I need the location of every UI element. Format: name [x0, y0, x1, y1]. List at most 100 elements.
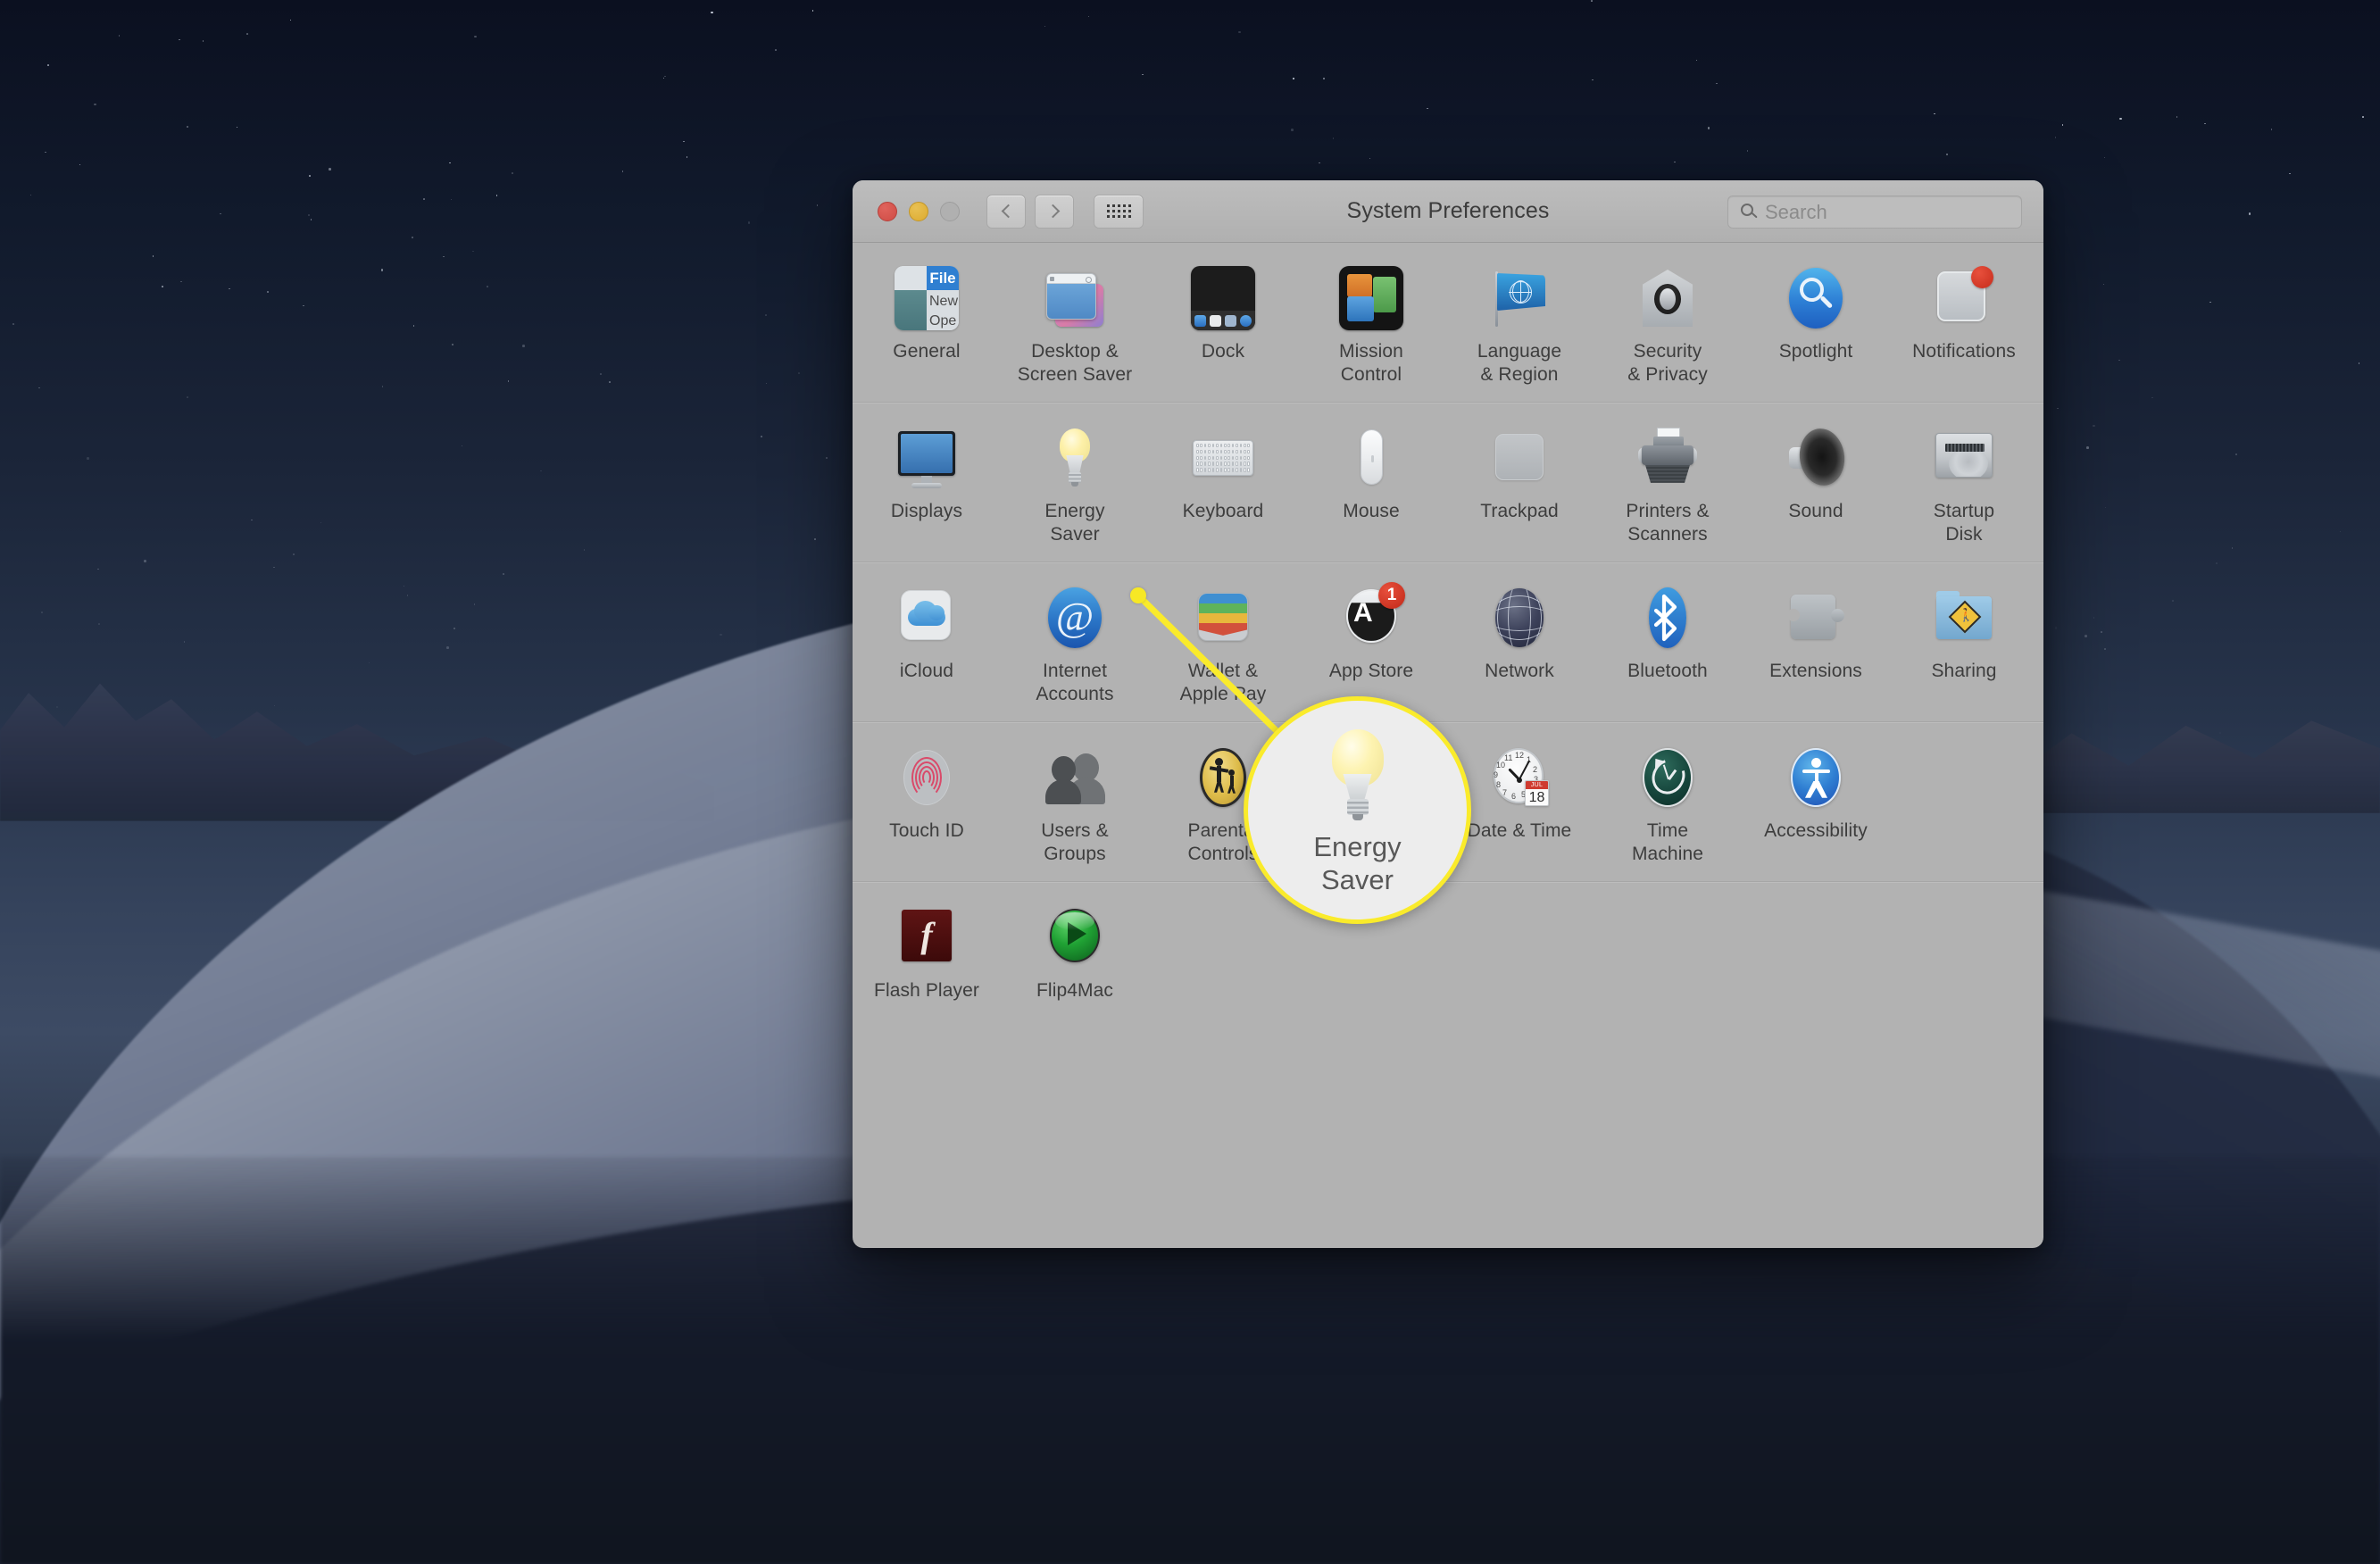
- pref-pane-extensions[interactable]: Extensions: [1742, 582, 1890, 683]
- pref-pane-label-line1: Flip4Mac: [1036, 979, 1113, 1001]
- pref-pane-flip4mac[interactable]: Flip4Mac: [1001, 902, 1149, 1002]
- traffic-light-group: [878, 201, 960, 221]
- pref-pane-sound[interactable]: Sound: [1742, 422, 1890, 523]
- zoom-button[interactable]: [940, 201, 960, 221]
- pref-pane-general[interactable]: File New Ope General: [853, 262, 1001, 363]
- energy-saver-icon: [1043, 426, 1107, 490]
- printers-scanners-icon: [1635, 426, 1700, 490]
- pref-pane-dock[interactable]: Dock: [1149, 262, 1297, 363]
- preference-panes-grid: File New Ope General Desktop & Screen Saver Do…: [853, 243, 2043, 1017]
- pref-pane-label-line2: Accounts: [1036, 684, 1114, 705]
- pref-pane-label-line1: Desktop &: [1031, 341, 1119, 362]
- pref-pane-trackpad[interactable]: Trackpad: [1445, 422, 1594, 523]
- accessibility-icon: [1784, 745, 1848, 810]
- callout-label: Energy Saver: [1313, 831, 1401, 896]
- pref-pane-security-privacy[interactable]: Security & Privacy: [1594, 262, 1742, 387]
- forward-button[interactable]: [1035, 194, 1074, 229]
- chevron-right-icon: [1045, 204, 1060, 219]
- dock-icon: [1191, 266, 1255, 330]
- pref-pane-startup-disk[interactable]: Startup Disk: [1890, 422, 2038, 547]
- pref-pane-mouse[interactable]: Mouse: [1297, 422, 1445, 523]
- date-time-icon: 121234567891011JUL18: [1487, 745, 1552, 810]
- pref-pane-language-region[interactable]: Language & Region: [1445, 262, 1594, 387]
- preference-row: iCloud @ Internet Accounts Wallet & Apple Pay…: [853, 562, 2043, 722]
- pref-pane-label-line1: Notifications: [1912, 341, 2016, 362]
- pref-pane-label: Extensions: [1769, 660, 1862, 683]
- preference-row: File New Ope General Desktop & Screen Saver Do…: [853, 243, 2043, 403]
- pref-pane-printers-scanners[interactable]: Printers & Scanners: [1594, 422, 1742, 547]
- pref-pane-label-line1: Wallet &: [1187, 660, 1259, 681]
- pref-pane-label: Accessibility: [1764, 819, 1868, 843]
- pref-pane-label: Notifications: [1912, 340, 2016, 363]
- pref-pane-label: Touch ID: [889, 819, 964, 843]
- flash-player-icon: f: [895, 905, 959, 969]
- flip4mac-icon: [1043, 905, 1107, 969]
- language-region-icon: [1487, 266, 1552, 330]
- pref-pane-displays[interactable]: Displays: [853, 422, 1001, 523]
- pref-pane-label: Wallet & Apple Pay: [1180, 660, 1267, 707]
- window-titlebar: System Preferences: [853, 180, 2043, 243]
- pref-pane-app-store[interactable]: A 1 App Store: [1297, 581, 1445, 683]
- pref-pane-label-line1: Internet: [1042, 660, 1107, 681]
- pref-pane-label-line1: Touch ID: [889, 819, 964, 841]
- pref-pane-label: Security & Privacy: [1627, 340, 1708, 387]
- minimize-button[interactable]: [909, 201, 928, 221]
- pref-pane-label-line1: Flash Player: [874, 979, 979, 1001]
- chevron-left-icon: [1001, 204, 1015, 219]
- pref-pane-label-line2: & Region: [1480, 364, 1559, 386]
- pref-pane-label-line1: Date & Time: [1467, 819, 1572, 841]
- pref-pane-time-machine[interactable]: Time Machine: [1594, 742, 1742, 867]
- pref-pane-label: Flash Player: [874, 979, 979, 1002]
- pref-pane-internet-accounts[interactable]: @ Internet Accounts: [1001, 582, 1149, 707]
- pref-pane-energy-saver[interactable]: Energy Saver: [1001, 422, 1149, 547]
- pref-pane-network[interactable]: Network: [1445, 582, 1594, 683]
- search-input[interactable]: [1765, 200, 2012, 224]
- pref-pane-label-line2: Apple Pay: [1179, 684, 1267, 705]
- pref-pane-flash-player[interactable]: f Flash Player: [853, 902, 1001, 1002]
- pref-pane-label: Startup Disk: [1934, 500, 1994, 547]
- internet-accounts-icon: @: [1043, 586, 1107, 650]
- notifications-icon: [1932, 266, 1996, 330]
- pref-pane-label-line1: Sound: [1788, 500, 1843, 521]
- pref-pane-label-line1: Trackpad: [1480, 500, 1559, 521]
- pref-pane-spotlight[interactable]: Spotlight: [1742, 262, 1890, 363]
- pref-pane-icloud[interactable]: iCloud: [853, 582, 1001, 683]
- pref-pane-label-line1: App Store: [1328, 660, 1414, 681]
- pref-pane-label: Keyboard: [1183, 500, 1264, 523]
- pref-pane-keyboard[interactable]: Keyboard: [1149, 422, 1297, 523]
- pref-pane-touch-id[interactable]: Touch ID: [853, 742, 1001, 843]
- sound-icon: [1784, 425, 1849, 490]
- pref-pane-label: Mouse: [1343, 500, 1400, 523]
- energy-saver-icon-magnified: [1309, 726, 1407, 824]
- callout-magnifier-bubble: Energy Saver: [1244, 696, 1471, 924]
- touch-id-icon: [895, 745, 959, 810]
- pref-pane-label: Printers & Scanners: [1626, 500, 1709, 547]
- pref-pane-label-line2: Saver: [1050, 524, 1100, 545]
- pref-pane-sharing[interactable]: Sharing: [1890, 582, 2038, 683]
- pref-pane-label-line2: Disk: [1945, 524, 1983, 545]
- pref-pane-bluetooth[interactable]: Bluetooth: [1594, 582, 1742, 683]
- spotlight-icon: [1784, 266, 1848, 330]
- pref-pane-label: Date & Time: [1468, 819, 1572, 843]
- pref-pane-label-line1: Accessibility: [1764, 819, 1868, 841]
- callout-anchor-dot: [1130, 587, 1146, 603]
- close-button[interactable]: [878, 201, 897, 221]
- pref-pane-label-line2: Control: [1340, 364, 1402, 386]
- pref-pane-notifications[interactable]: Notifications: [1890, 262, 2038, 363]
- bluetooth-icon: [1635, 586, 1700, 650]
- pref-pane-label-line1: Extensions: [1769, 660, 1862, 681]
- pref-pane-users-groups[interactable]: Users & Groups: [1001, 742, 1149, 867]
- app-store-icon: A1: [1339, 581, 1405, 650]
- show-all-button[interactable]: [1094, 194, 1144, 229]
- pref-pane-desktop-screensaver[interactable]: Desktop & Screen Saver: [1001, 262, 1149, 387]
- pref-pane-label-line1: Spotlight: [1778, 341, 1853, 362]
- search-field[interactable]: [1727, 196, 2022, 229]
- displays-icon: [895, 426, 959, 490]
- security-privacy-icon: [1635, 266, 1700, 330]
- pref-pane-label-line1: Security: [1633, 341, 1702, 362]
- pref-pane-wallet-applepay[interactable]: Wallet & Apple Pay: [1149, 582, 1297, 707]
- pref-pane-mission-control[interactable]: Mission Control: [1297, 262, 1445, 387]
- pref-pane-label-line1: Keyboard: [1182, 500, 1264, 521]
- back-button[interactable]: [986, 194, 1026, 229]
- pref-pane-accessibility[interactable]: Accessibility: [1742, 742, 1890, 843]
